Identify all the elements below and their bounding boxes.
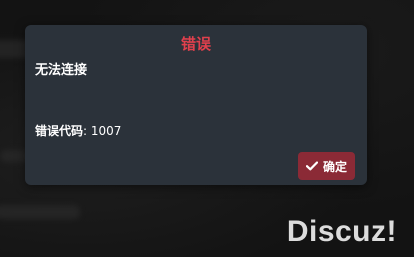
confirm-button-label: 确定: [322, 159, 347, 174]
error-code-value: 1007: [90, 124, 122, 138]
error-code-label: 错误代码: [35, 124, 84, 138]
blurred-shape: [0, 205, 80, 219]
discuz-watermark: Discuz!: [286, 215, 397, 248]
error-dialog: 错误 无法连接 错误代码: 1007 确定: [25, 25, 367, 185]
dialog-message: 无法连接: [35, 63, 88, 78]
error-code-line: 错误代码: 1007: [35, 123, 121, 139]
error-code-separator: :: [83, 124, 88, 138]
check-icon: [305, 161, 318, 171]
dialog-title: 错误: [180, 35, 211, 53]
confirm-button[interactable]: 确定: [297, 152, 355, 180]
